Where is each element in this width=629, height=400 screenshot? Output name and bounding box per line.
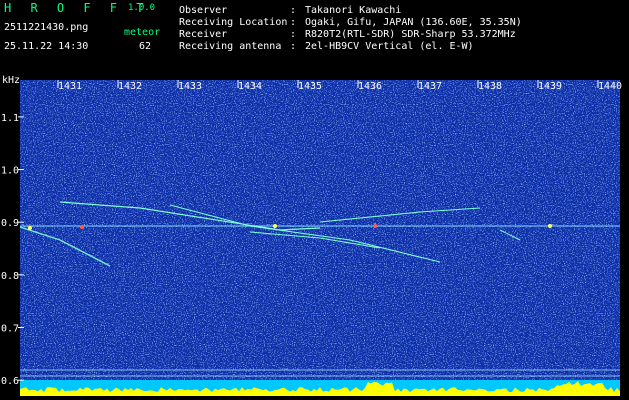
y-tick-label: 1.0 bbox=[1, 166, 19, 177]
y-tick-label: 0.8 bbox=[1, 271, 19, 282]
echo-head bbox=[28, 226, 32, 230]
echo-head bbox=[273, 224, 277, 228]
meteor-counter-value: 62 bbox=[139, 41, 152, 52]
y-axis-unit: kHz bbox=[2, 75, 20, 86]
app-version: 1.0.0 bbox=[128, 3, 156, 13]
info-value-antenna: 2el-HB9CV Vertical (el. E-W) bbox=[305, 41, 474, 52]
spectrogram-display bbox=[20, 80, 620, 396]
info-value-receiver: R820T2(RTL-SDR) SDR-Sharp 53.372MHz bbox=[305, 29, 516, 40]
file-name: 2511221430.png bbox=[4, 22, 89, 33]
info-value-location: Ogaki, Gifu, JAPAN (136.60E, 35.35N) bbox=[305, 17, 522, 28]
y-tick-label: 0.9 bbox=[1, 218, 19, 229]
info-key-location: Receiving Location bbox=[179, 17, 288, 28]
info-key-receiver: Receiver bbox=[179, 29, 228, 40]
y-tick-label: 0.6 bbox=[1, 376, 19, 387]
info-key-observer: Observer bbox=[179, 5, 228, 16]
spectrogram-canvas bbox=[20, 80, 620, 396]
meteor-counter-label: meteor bbox=[124, 27, 161, 38]
capture-datetime: 25.11.22 14:30 bbox=[4, 41, 89, 52]
y-tick-label: 1.1 bbox=[1, 113, 19, 124]
info-value-observer: Takanori Kawachi bbox=[305, 5, 402, 16]
echo-head bbox=[548, 224, 552, 228]
header-panel: H R O F F T 1.0.0 2511221430.png 25.11.2… bbox=[0, 0, 629, 68]
info-key-antenna: Receiving antenna bbox=[179, 41, 282, 52]
echo-head bbox=[373, 224, 377, 228]
y-tick-label: 0.7 bbox=[1, 324, 19, 335]
echo-head bbox=[80, 225, 84, 229]
